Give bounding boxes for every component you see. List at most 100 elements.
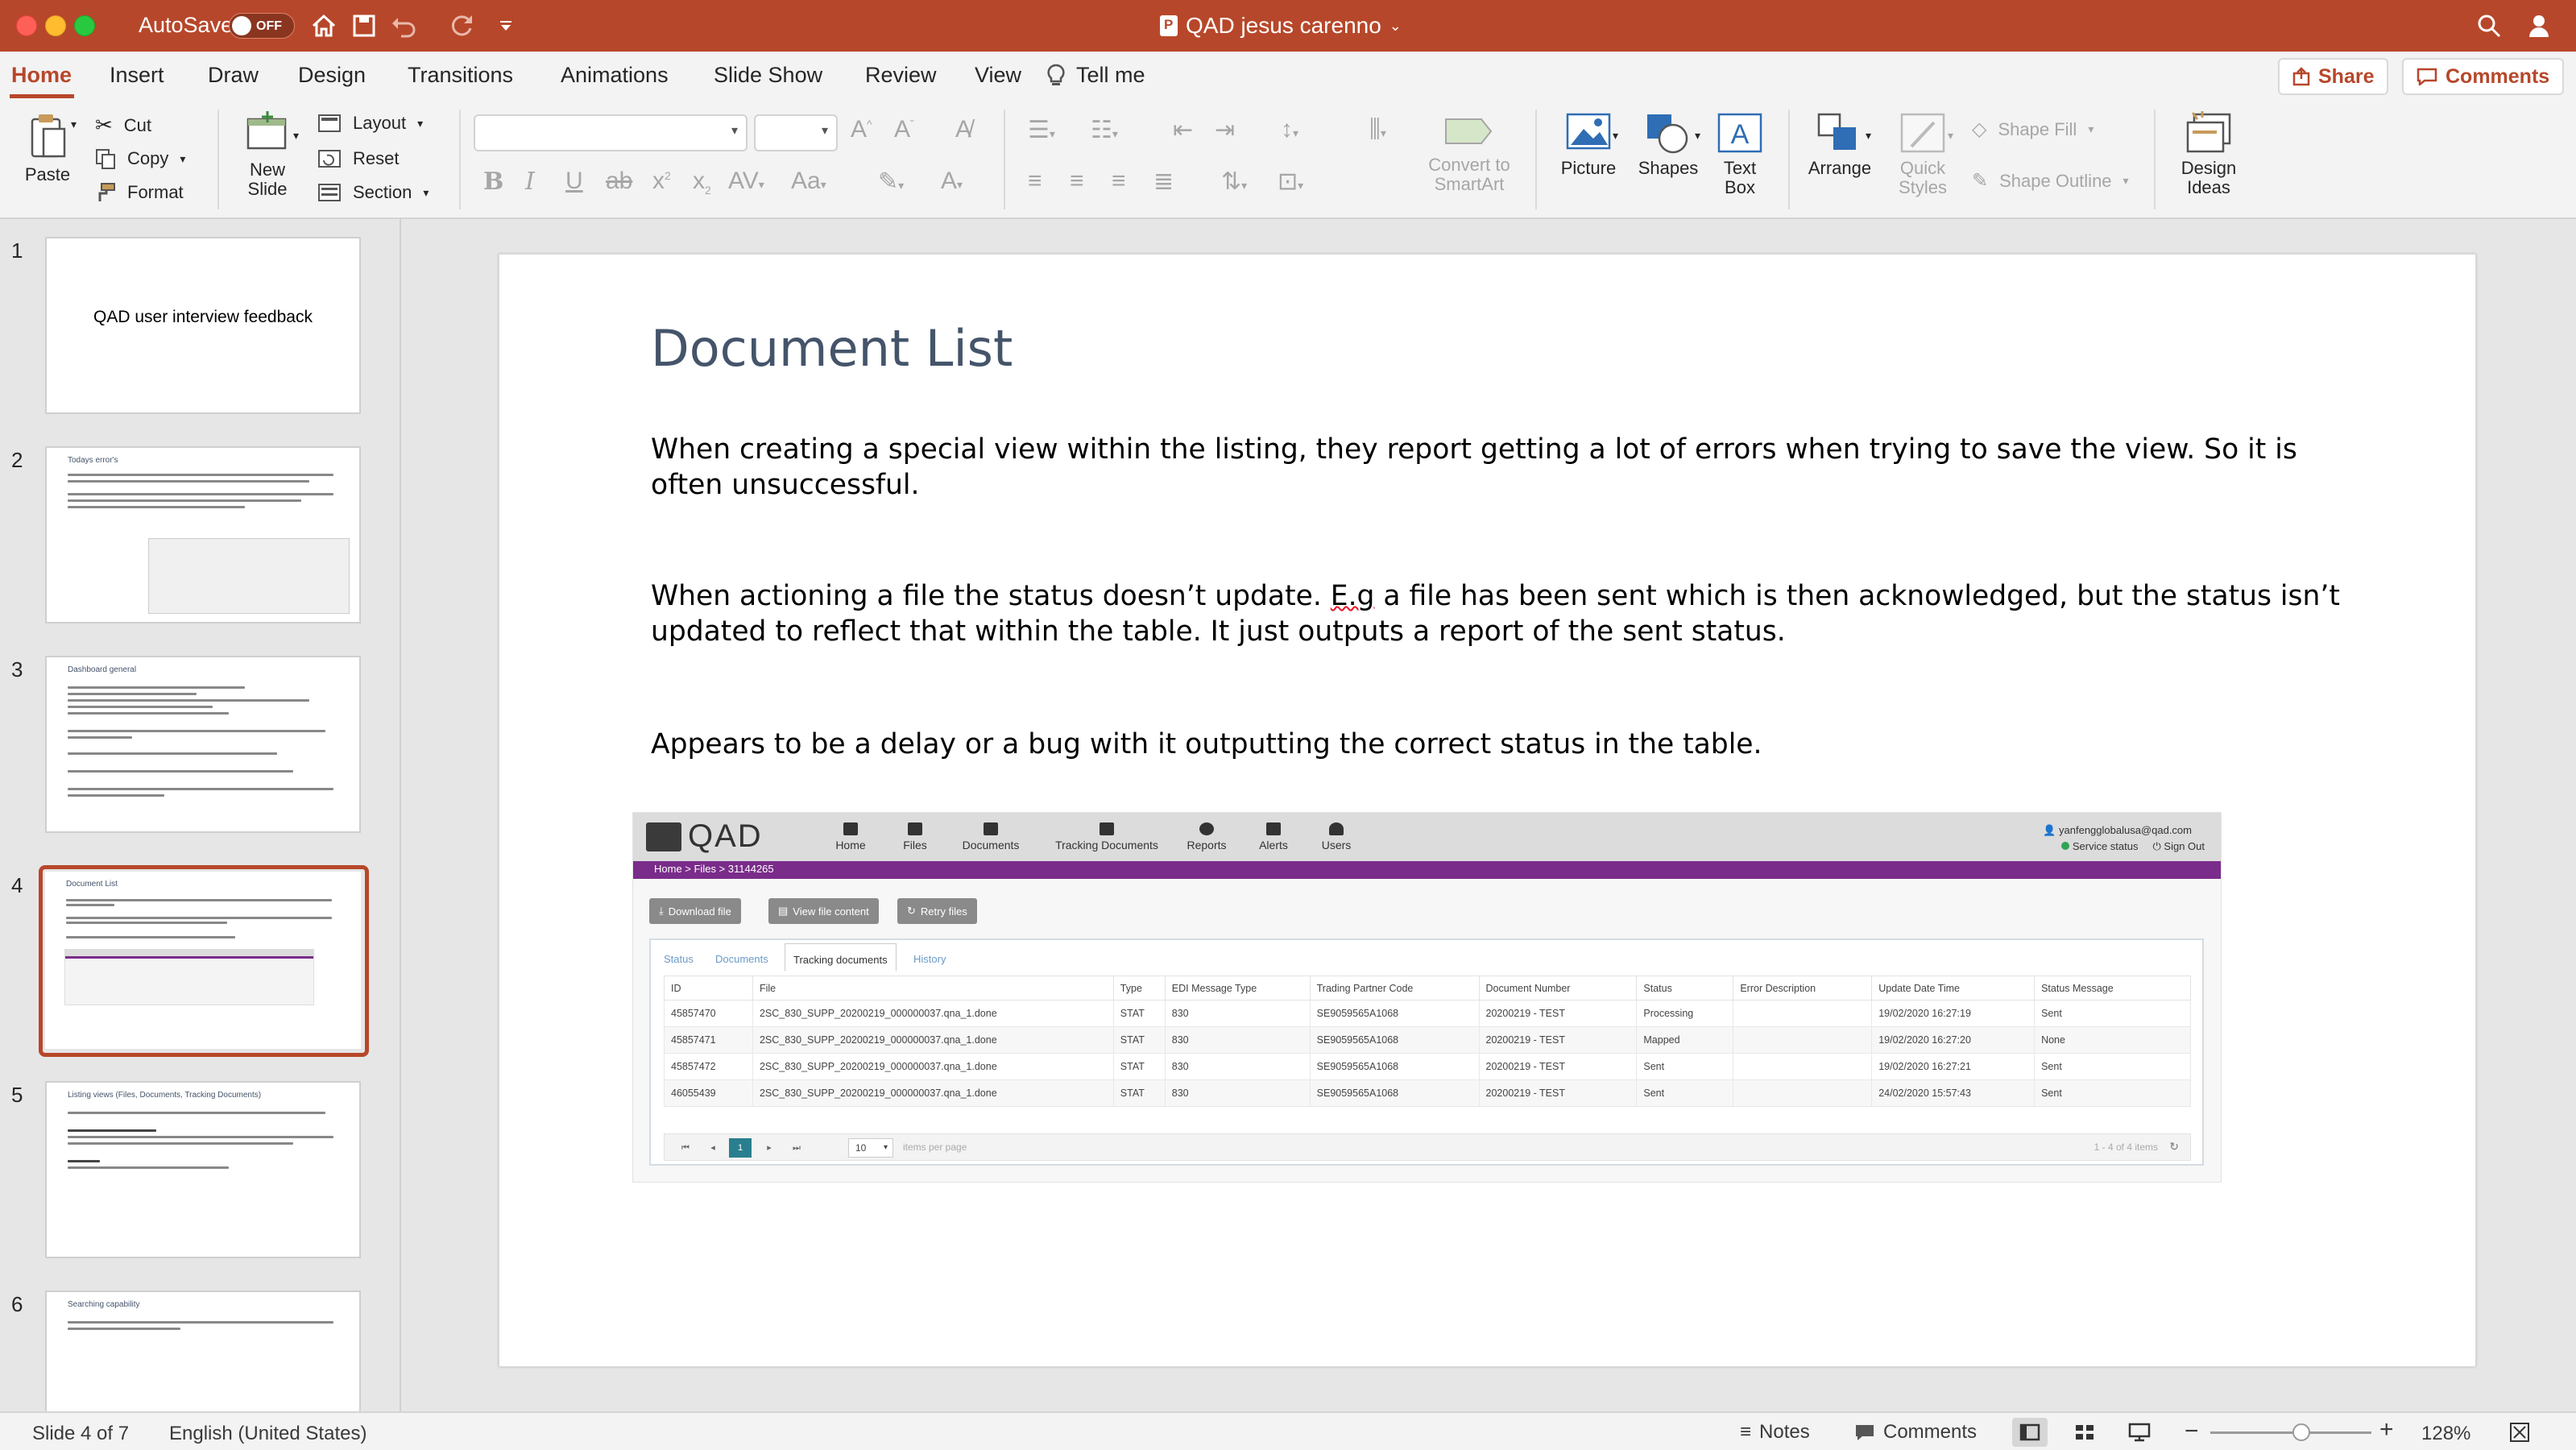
zoom-in-icon[interactable]: + xyxy=(2379,1416,2394,1444)
convert-to-smartart-button[interactable]: Convert to SmartArt xyxy=(1421,111,1518,194)
slide-thumbnail-panel[interactable]: 1 QAD user interview feedback 2 Todays e… xyxy=(0,219,401,1411)
document-title[interactable]: QAD jesus carenno ⌄ xyxy=(1160,13,1402,39)
presenter-view-icon[interactable] xyxy=(2122,1418,2157,1447)
picture-button[interactable]: Picture xyxy=(1548,111,1629,178)
embedded-screenshot[interactable]: QAD Home Files Documents Tracking Docume… xyxy=(632,812,2222,1183)
tell-me-box[interactable]: Tell me xyxy=(1047,63,1145,88)
language-indicator[interactable]: English (United States) xyxy=(169,1423,367,1445)
justify-icon[interactable]: ≣ xyxy=(1153,168,1174,196)
account-icon[interactable] xyxy=(2523,8,2558,44)
slide-canvas[interactable]: Document List When creating a special vi… xyxy=(499,254,2476,1367)
bullets-icon[interactable]: ☰▾ xyxy=(1028,116,1055,144)
numbering-icon[interactable]: ☷▾ xyxy=(1091,116,1118,144)
save-icon[interactable] xyxy=(346,8,382,44)
line-spacing-icon[interactable]: ↕▾ xyxy=(1281,116,1298,143)
arrange-button[interactable]: Arrange xyxy=(1799,111,1880,178)
tab-review[interactable]: Review xyxy=(865,63,937,88)
zoom-level[interactable]: 128% xyxy=(2421,1423,2470,1445)
increase-font-size-icon[interactable]: A^ xyxy=(851,116,872,143)
notes-button[interactable]: ≡ Notes xyxy=(1740,1421,1810,1444)
highlight-icon[interactable]: ✎▾ xyxy=(878,168,904,196)
bold-icon[interactable]: B xyxy=(483,168,503,196)
fit-to-window-icon[interactable] xyxy=(2502,1418,2537,1447)
tab-slide-show[interactable]: Slide Show xyxy=(714,63,822,88)
slide-sorter-icon[interactable] xyxy=(2067,1418,2102,1447)
redo-icon[interactable] xyxy=(445,8,480,44)
slide-paragraph-1[interactable]: When creating a special view within the … xyxy=(651,432,2342,503)
increase-indent-icon[interactable]: ⇥ xyxy=(1215,116,1235,144)
strikethrough-icon[interactable]: ab xyxy=(606,168,632,195)
align-right-icon[interactable]: ≡ xyxy=(1112,168,1126,195)
tab-transitions[interactable]: Transitions xyxy=(408,63,513,88)
character-spacing-icon[interactable]: AV▾ xyxy=(728,168,764,195)
layout-button[interactable]: Layout ▾ xyxy=(317,113,423,134)
shape-outline-button[interactable]: ✎ Shape Outline ▾ xyxy=(1972,169,2129,193)
pen-icon: ✎ xyxy=(1972,170,1989,192)
align-center-icon[interactable]: ≡ xyxy=(1070,168,1084,195)
font-size-select[interactable]: ▾ xyxy=(754,114,838,151)
comments-button[interactable]: Comments xyxy=(2402,58,2565,95)
new-slide-button[interactable]: New Slide xyxy=(227,111,308,199)
tab-home[interactable]: Home xyxy=(11,63,72,88)
share-button[interactable]: Share xyxy=(2278,58,2389,95)
slide-thumbnail-2[interactable]: Todays error's xyxy=(45,446,361,624)
undo-icon[interactable] xyxy=(388,8,424,44)
chevron-down-icon[interactable]: ▾ xyxy=(71,118,77,131)
tab-view[interactable]: View xyxy=(975,63,1021,88)
normal-view-icon[interactable] xyxy=(2012,1418,2048,1447)
tab-animations[interactable]: Animations xyxy=(561,63,669,88)
tab-draw[interactable]: Draw xyxy=(208,63,259,88)
zoom-slider-track[interactable] xyxy=(2210,1431,2371,1434)
zoom-slider-handle[interactable] xyxy=(2292,1423,2310,1441)
font-color-icon[interactable]: A▾ xyxy=(941,168,963,195)
font-name-select[interactable]: ▾ xyxy=(474,114,748,151)
home-icon[interactable] xyxy=(306,8,342,44)
underline-icon[interactable]: U xyxy=(565,168,583,195)
decrease-indent-icon[interactable]: ⇤ xyxy=(1173,116,1193,144)
minimize-window-button[interactable] xyxy=(45,15,66,36)
section-button[interactable]: Section ▾ xyxy=(317,182,429,203)
superscript-icon[interactable]: x2 xyxy=(652,168,671,195)
shapes-button[interactable]: Shapes xyxy=(1632,111,1704,178)
zoom-out-icon[interactable]: − xyxy=(2185,1418,2199,1445)
text-box-button[interactable]: A Text Box xyxy=(1711,111,1769,197)
columns-icon[interactable]: ⫼▾ xyxy=(1369,116,1386,143)
chevron-down-icon[interactable]: ▾ xyxy=(1695,129,1700,143)
chevron-down-icon[interactable]: ▾ xyxy=(1866,129,1871,143)
copy-button[interactable]: Copy ▾ xyxy=(95,148,185,169)
customize-toolbar-icon[interactable] xyxy=(488,8,524,44)
shape-fill-button[interactable]: ◇ Shape Fill ▾ xyxy=(1972,118,2094,141)
chevron-down-icon[interactable]: ▾ xyxy=(1948,129,1953,143)
slide-paragraph-3[interactable]: Appears to be a delay or a bug with it o… xyxy=(651,727,2342,762)
zoom-window-button[interactable] xyxy=(74,15,95,36)
italic-icon[interactable]: I xyxy=(525,168,535,196)
align-text-icon[interactable]: ⊡▾ xyxy=(1278,168,1303,196)
slide-paragraph-2[interactable]: When actioning a file the status doesn’t… xyxy=(651,578,2342,649)
chevron-down-icon[interactable]: ▾ xyxy=(293,129,299,143)
quick-styles-button[interactable]: Quick Styles xyxy=(1885,111,1961,197)
align-left-icon[interactable]: ≡ xyxy=(1028,168,1042,195)
text-direction-icon[interactable]: ⇅▾ xyxy=(1221,168,1247,196)
column-header: File xyxy=(752,976,1114,1000)
slide-title[interactable]: Document List xyxy=(651,319,1013,378)
reset-button[interactable]: Reset xyxy=(317,148,399,169)
slide-thumbnail-5[interactable]: Listing views (Files, Documents, Trackin… xyxy=(45,1081,361,1258)
close-window-button[interactable] xyxy=(16,15,37,36)
clear-formatting-icon[interactable]: A̸ xyxy=(955,116,971,143)
chevron-down-icon[interactable]: ▾ xyxy=(1613,129,1618,143)
slide-thumbnail-1[interactable]: QAD user interview feedback xyxy=(45,237,361,414)
comments-pane-button[interactable]: Comments xyxy=(1854,1421,1977,1444)
subscript-icon[interactable]: x2 xyxy=(693,168,711,197)
slide-thumbnail-4[interactable]: Document List xyxy=(45,872,361,1049)
tab-insert[interactable]: Insert xyxy=(110,63,164,88)
slide-thumbnail-6[interactable]: Searching capability xyxy=(45,1290,361,1411)
tab-design[interactable]: Design xyxy=(298,63,366,88)
change-case-icon[interactable]: Aa▾ xyxy=(791,168,826,195)
design-ideas-button[interactable]: Design Ideas xyxy=(2167,111,2251,197)
slide-thumbnail-3[interactable]: Dashboard general xyxy=(45,656,361,833)
cut-button[interactable]: ✂ Cut xyxy=(95,113,151,138)
decrease-font-size-icon[interactable]: Aˇ xyxy=(894,116,914,143)
search-icon[interactable] xyxy=(2471,8,2507,44)
format-painter-button[interactable]: Format xyxy=(95,182,184,203)
autosave-toggle[interactable]: OFF xyxy=(229,13,295,39)
